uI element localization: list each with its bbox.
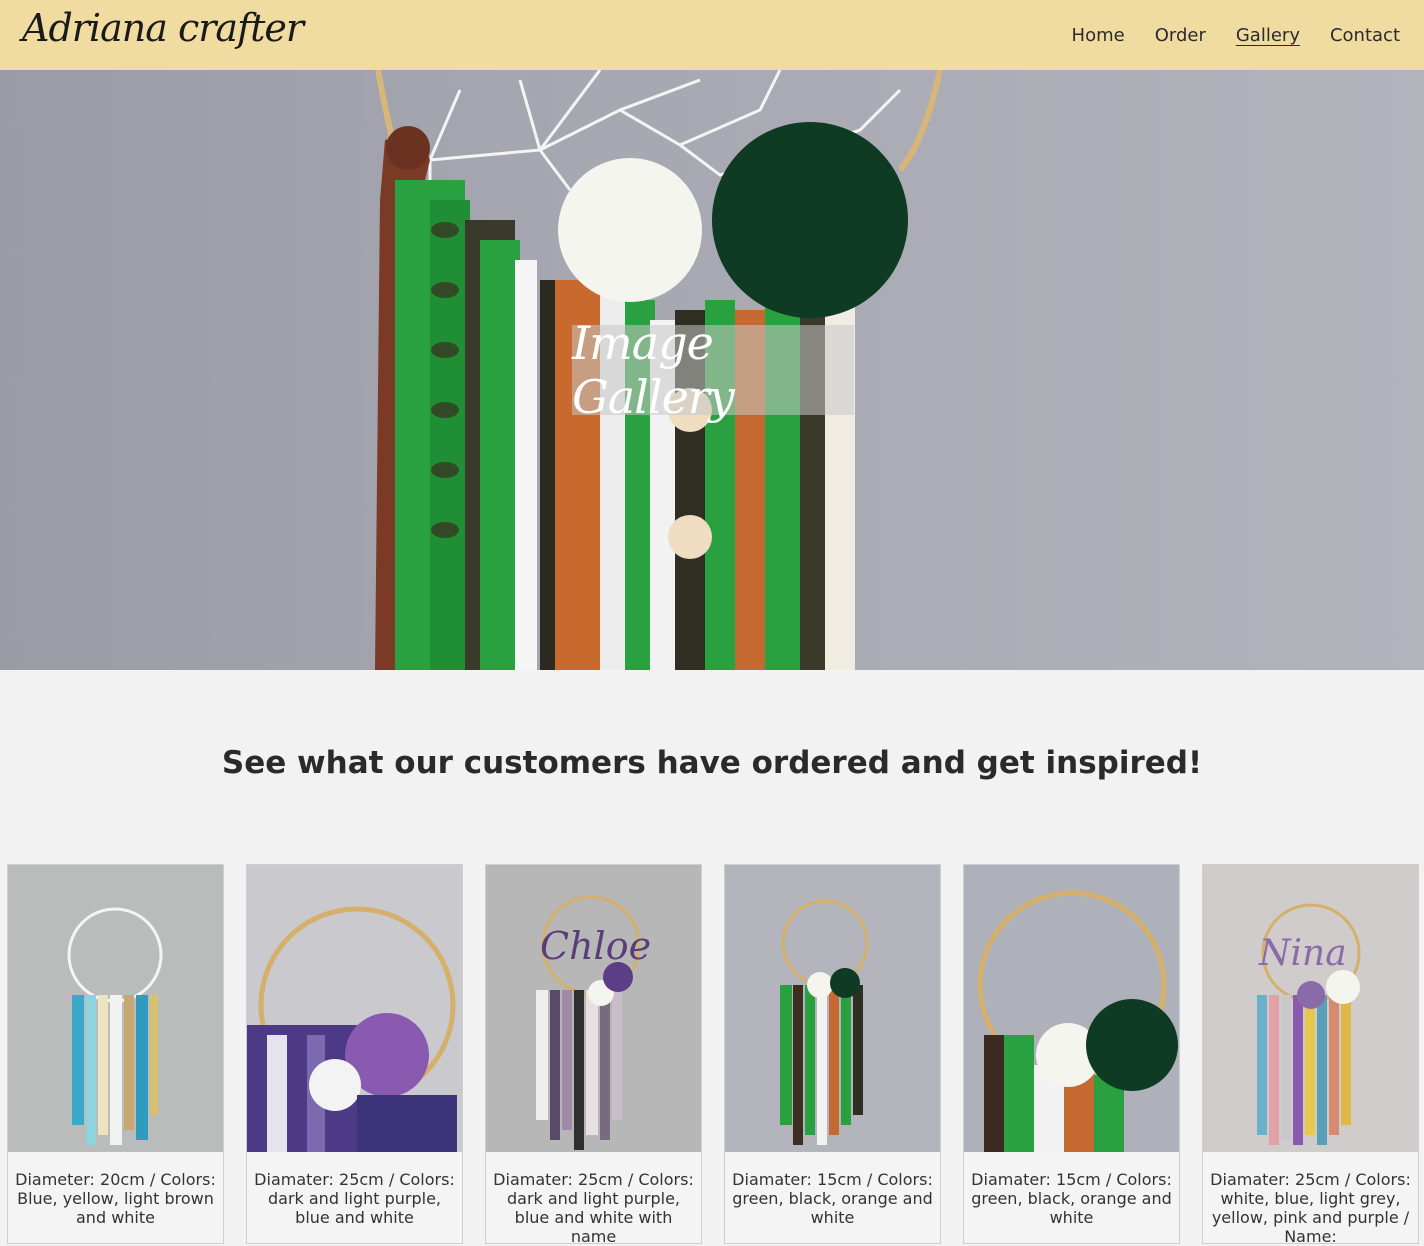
nav-link-gallery[interactable]: Gallery xyxy=(1236,25,1300,46)
site-logo[interactable]: Adriana crafter xyxy=(22,6,304,50)
svg-text:Nina: Nina xyxy=(1258,933,1347,974)
top-navbar: Adriana crafter Home Order Gallery Conta… xyxy=(0,0,1424,70)
nav-link-contact[interactable]: Contact xyxy=(1330,25,1400,46)
hero-title: Image Gallery xyxy=(572,316,735,424)
gallery-image[interactable]: Nina xyxy=(1203,865,1418,1152)
gallery-image[interactable] xyxy=(8,865,223,1152)
gallery-card[interactable]: Diameter: 20cm / Colors: Blue, yellow, l… xyxy=(7,864,224,1244)
gallery-caption: Diamater: 25cm / Colors: white, blue, li… xyxy=(1210,1170,1411,1246)
gallery-image[interactable] xyxy=(725,865,940,1152)
gallery-caption: Diamater: 15cm / Colors: green, black, o… xyxy=(732,1170,933,1227)
gallery-card[interactable]: Diamater: 15cm / Colors: green, black, o… xyxy=(724,864,941,1244)
gallery-tagline: See what our customers have ordered and … xyxy=(221,745,1203,781)
gallery-image[interactable] xyxy=(247,865,462,1152)
gallery-card[interactable]: Diamater: 25cm / Colors: dark and light … xyxy=(246,864,463,1244)
svg-text:Chloe: Chloe xyxy=(540,924,651,968)
gallery-image[interactable] xyxy=(964,865,1179,1152)
gallery-image[interactable]: Chloe xyxy=(486,865,701,1152)
nav-link-order[interactable]: Order xyxy=(1155,25,1206,46)
main-nav: Home Order Gallery Contact xyxy=(1072,0,1400,70)
hero-banner: Image Gallery xyxy=(0,70,1424,670)
gallery-caption: Diameter: 20cm / Colors: Blue, yellow, l… xyxy=(15,1170,216,1227)
gallery-grid: Diameter: 20cm / Colors: Blue, yellow, l… xyxy=(7,864,1424,1246)
nav-link-home[interactable]: Home xyxy=(1072,25,1125,46)
gallery-card[interactable]: Nina Diamater: 25cm / Colors: white, blu… xyxy=(1202,864,1419,1246)
gallery-caption: Diamater: 25cm / Colors: dark and light … xyxy=(254,1170,455,1227)
gallery-caption: Diamater: 15cm / Colors: green, black, o… xyxy=(971,1170,1172,1227)
gallery-card[interactable]: Chloe Diamater: 25cm / Colors: dark and … xyxy=(485,864,702,1246)
hero-title-box: Image Gallery xyxy=(572,316,854,424)
gallery-caption: Diamater: 25cm / Colors: dark and light … xyxy=(493,1170,694,1246)
gallery-card[interactable]: Diamater: 15cm / Colors: green, black, o… xyxy=(963,864,1180,1244)
